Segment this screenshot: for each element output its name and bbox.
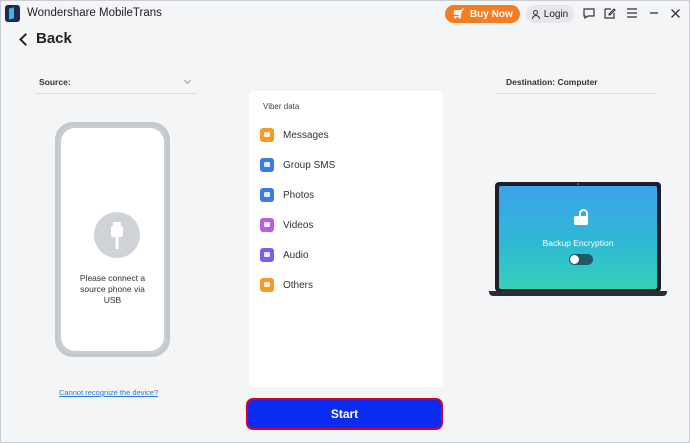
- data-item-messages[interactable]: Messages: [260, 127, 329, 143]
- back-button[interactable]: Back: [19, 30, 72, 47]
- data-item-label: Messages: [283, 129, 329, 141]
- app-window: Wondershare MobileTrans 🛒︎ Buy Now Login…: [0, 0, 690, 443]
- title-bar: Wondershare MobileTrans 🛒︎ Buy Now Login: [1, 1, 689, 27]
- back-chevron-icon: [19, 32, 32, 46]
- laptop-camera: [577, 183, 579, 185]
- data-item-label: Others: [283, 279, 314, 291]
- messages-icon: [260, 128, 274, 142]
- user-icon: [531, 9, 540, 19]
- laptop-base: [489, 291, 667, 296]
- login-label: Login: [543, 8, 569, 20]
- source-phone: Please connect a source phone via USB: [55, 122, 170, 357]
- videos-icon: [260, 218, 274, 232]
- data-item-label: Photos: [283, 189, 315, 201]
- panel-title: Viber data: [263, 102, 300, 111]
- data-item-label: Group SMS: [283, 159, 336, 171]
- back-label: Back: [36, 30, 72, 47]
- data-selection-panel: Viber data Messages Group SMS Photos Vid…: [249, 91, 443, 387]
- login-button[interactable]: Login: [526, 5, 574, 23]
- data-item-videos[interactable]: Videos: [260, 217, 313, 233]
- data-item-label: Audio: [283, 249, 309, 261]
- source-divider: [35, 93, 197, 94]
- phone-screen: Please connect a source phone via USB: [61, 128, 164, 351]
- data-item-others[interactable]: Others: [260, 277, 313, 293]
- unlock-icon: [574, 209, 588, 225]
- data-item-audio[interactable]: Audio: [260, 247, 309, 263]
- photos-icon: [260, 188, 274, 202]
- audio-icon: [260, 248, 274, 262]
- feedback-icon[interactable]: [582, 6, 596, 20]
- buy-now-label: Buy Now: [469, 8, 513, 20]
- toggle-knob: [570, 255, 579, 264]
- source-label: Source:: [39, 77, 71, 87]
- source-dropdown-chevron-icon[interactable]: [183, 76, 192, 85]
- close-icon[interactable]: [668, 6, 682, 20]
- destination-label: Destination: Computer: [506, 77, 598, 87]
- group-sms-icon: [260, 158, 274, 172]
- backup-encryption-toggle[interactable]: [569, 254, 593, 265]
- cart-icon: 🛒︎: [452, 8, 465, 20]
- data-item-photos[interactable]: Photos: [260, 187, 314, 203]
- edit-icon[interactable]: [603, 6, 617, 20]
- destination-laptop: Backup Encryption: [495, 182, 661, 292]
- connect-phone-message: Please connect a source phone via USB: [79, 273, 146, 305]
- data-item-label: Videos: [283, 219, 314, 231]
- usb-cable-icon: [94, 212, 140, 258]
- menu-icon[interactable]: [625, 6, 639, 20]
- buy-now-button[interactable]: 🛒︎ Buy Now: [445, 5, 520, 23]
- backup-encryption-label: Backup Encryption: [542, 238, 614, 248]
- cannot-recognize-link[interactable]: Cannot recognize the device?: [59, 388, 158, 397]
- data-item-group-sms[interactable]: Group SMS: [260, 157, 335, 173]
- app-logo-icon: [5, 5, 20, 22]
- start-button[interactable]: Start: [246, 398, 443, 430]
- others-icon: [260, 278, 274, 292]
- app-title: Wondershare MobileTrans: [27, 7, 162, 19]
- destination-divider: [495, 93, 657, 94]
- laptop-screen: Backup Encryption: [499, 186, 657, 289]
- minimize-icon[interactable]: [647, 6, 661, 20]
